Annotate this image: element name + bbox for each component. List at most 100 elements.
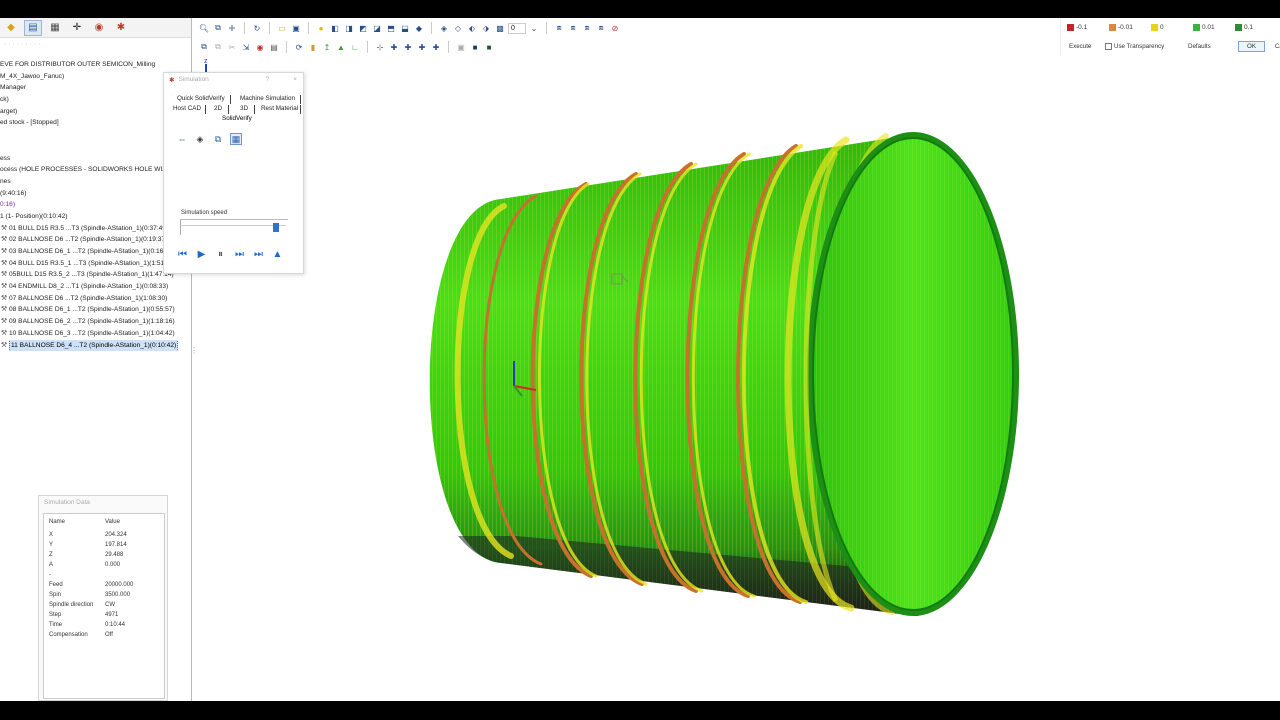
tree-icon[interactable]: ▦ (46, 20, 64, 36)
zoom-window-icon[interactable]: ⧉ (212, 22, 224, 34)
step-forward-icon[interactable]: ⏭ (234, 249, 245, 260)
transform-icon[interactable]: ⊹ (374, 41, 386, 53)
view-bottom-icon[interactable]: ⬓ (399, 22, 411, 34)
paste-icon[interactable]: ⧉ (212, 41, 224, 53)
deviation-legend-item[interactable]: 0 (1151, 24, 1189, 31)
tab-solidverify[interactable]: SolidVerify (222, 115, 252, 122)
run-to-end-icon[interactable]: ⏭ (253, 249, 264, 260)
refresh-icon[interactable]: ⟳ (293, 41, 305, 53)
point-blue-3-icon[interactable]: ✚ (416, 41, 428, 53)
viewport-toolbar: 🔍︎ ⧉ ✛ ↻ ▭ ▣ ● ◧ ◨ ◩ ◪ ⬒ ⬓ ◆ ◈ ◇ ⬖ ⬗ ▩ 0… (196, 18, 1056, 56)
tree-item-label: 05BULL D15 R3.5_2 ...T3 (Spindle-AStatio… (9, 271, 174, 279)
eject-icon[interactable]: ▲ (272, 249, 283, 260)
simulation-data-name: Time (49, 622, 63, 628)
simulation-dialog: ✱ Simulation ? × Quick SolidVerify Machi… (163, 72, 304, 274)
tree-item[interactable]: EVE FOR DISTRIBUTOR OUTER SEMICON_Millin… (0, 59, 192, 71)
simulation-speed-thumb[interactable] (273, 223, 279, 232)
tab-rest-material[interactable]: Rest Material (261, 105, 298, 112)
deviation-legend-item[interactable]: 0.1 (1235, 24, 1273, 31)
deviation-legend-item[interactable]: -0.01 (1109, 24, 1147, 31)
operation-tool-icon: ⚒ (0, 329, 8, 337)
cut-icon[interactable]: ✂ (226, 41, 238, 53)
display-mode-icon[interactable]: ▩ (494, 22, 506, 34)
record-icon[interactable]: ▤ (268, 41, 280, 53)
wireframe-icon[interactable]: ◇ (452, 22, 464, 34)
tree-item[interactable]: ⚒ 10 BALLNOSE D6_3 ...T2 (Spindle-AStatio… (0, 328, 192, 340)
pause-icon[interactable]: ⏸ (215, 249, 226, 260)
zoom-icon[interactable]: 🔍︎ (198, 22, 210, 34)
view-cube-icon[interactable]: ▣ (290, 22, 302, 34)
shaded-icon[interactable]: ◈ (438, 22, 450, 34)
tree-item[interactable]: ⚒ 11 BALLNOSE D6_4 ...T2 (Spindle-AStatio… (0, 339, 192, 352)
graphics-viewport[interactable]: z x (196, 56, 1280, 701)
list-icon[interactable]: ▤ (24, 19, 42, 36)
select-vertex-icon[interactable]: ⧈ (595, 22, 607, 34)
tab-quick-solidverify[interactable]: Quick SolidVerify (177, 95, 225, 102)
axis-icon[interactable]: ∟ (349, 41, 361, 53)
move-icon[interactable]: ⇲ (240, 41, 252, 53)
tree-item[interactable]: ⚒ 07 BALLNOSE D6 ...T2 (Spindle-AStation_… (0, 293, 192, 305)
cam-manager-toolbar: ◆ ▤ ▦ ✛ ◉ ✱ (0, 18, 191, 38)
pan-icon[interactable]: ✛ (226, 22, 238, 34)
measure-icon[interactable]: ◉ (254, 41, 266, 53)
help-icon[interactable]: ? (266, 76, 270, 83)
cancel-button[interactable]: Ca (1275, 43, 1280, 50)
tab-host-cad[interactable]: Host CAD (173, 105, 201, 112)
point-blue-2-icon[interactable]: ✚ (402, 41, 414, 53)
erase-icon[interactable]: ⊘ (609, 22, 621, 34)
view-iso-icon[interactable]: ◆ (413, 22, 425, 34)
tree-filter[interactable]: · · · · · · · · · (0, 38, 191, 52)
simulation-data-row: Feed 20000.000 (49, 580, 159, 590)
triangle-icon[interactable]: ▲ (335, 41, 347, 53)
folder-icon[interactable]: ◆ (2, 20, 20, 36)
tree-item[interactable]: ⚒ 09 BALLNOSE D6_2 ...T2 (Spindle-AStatio… (0, 316, 192, 328)
section-icon[interactable]: ▭ (276, 22, 288, 34)
copy-icon[interactable]: ⧉ (198, 41, 210, 53)
color-bars-icon[interactable]: ▮ (307, 41, 319, 53)
hidden-lines-icon[interactable]: ⬖ (466, 22, 478, 34)
tree-item[interactable]: ⚒ 04 ENDMILL D8_2 ...T1 (Spindle-AStation… (0, 281, 192, 293)
tab-2d[interactable]: 2D (214, 105, 222, 112)
tab-3d[interactable]: 3D (240, 105, 248, 112)
fill-icon[interactable]: ◈ (194, 133, 206, 145)
view-back-icon[interactable]: ◨ (343, 22, 355, 34)
execute-button[interactable]: Execute (1069, 43, 1105, 50)
defaults-button[interactable]: Defaults (1188, 43, 1238, 50)
machine-icon[interactable]: ■ (483, 41, 495, 53)
shaded-edges-icon[interactable]: ⬗ (480, 22, 492, 34)
segment-icon[interactable]: ⇔ (176, 133, 188, 145)
select-faces-icon[interactable]: ⧈ (567, 22, 579, 34)
lightbulb-icon[interactable]: ● (315, 22, 327, 34)
tool-icon[interactable]: ↥ (321, 41, 333, 53)
layer-number-field[interactable]: 0 (508, 22, 526, 34)
ok-button[interactable]: OK (1238, 41, 1265, 52)
snapshot-icon[interactable]: ▣ (455, 41, 467, 53)
view-left-icon[interactable]: ◩ (357, 22, 369, 34)
simulation-data-header: Name Value (49, 517, 159, 527)
tree-item-label: 1 (1- Position)(0:10:42) (0, 212, 68, 220)
select-edges-icon[interactable]: ⧈ (581, 22, 593, 34)
point-blue-1-icon[interactable]: ✚ (388, 41, 400, 53)
play-icon[interactable]: ▶ (196, 249, 207, 260)
rotate-icon[interactable]: ↻ (251, 22, 263, 34)
view-front-icon[interactable]: ◧ (329, 22, 341, 34)
simulation-speed-slider[interactable] (180, 219, 288, 233)
crosshair-icon[interactable]: ✛ (68, 20, 86, 36)
cam-logo-icon[interactable]: ✱ (112, 20, 130, 36)
point-blue-4-icon[interactable]: ✚ (430, 41, 442, 53)
deviation-legend-item[interactable]: -0.1 (1067, 24, 1105, 31)
view-right-icon[interactable]: ◪ (371, 22, 383, 34)
select-filter-icon[interactable]: ⧈ (553, 22, 565, 34)
use-transparency-checkbox[interactable] (1105, 43, 1112, 50)
deviation-legend-item[interactable]: 0.01 (1193, 24, 1231, 31)
step-back-icon[interactable]: ⏮ (177, 249, 188, 260)
close-icon[interactable]: × (293, 76, 297, 83)
table-icon[interactable]: ▦ (230, 133, 242, 145)
chevron-down-icon[interactable]: ⌄ (528, 22, 540, 34)
view-top-icon[interactable]: ⬒ (385, 22, 397, 34)
color-wheel-icon[interactable]: ◉ (90, 20, 108, 36)
compare-icon[interactable]: ⧉ (212, 133, 224, 145)
monitor-icon[interactable]: ■ (469, 41, 481, 53)
tab-machine-simulation[interactable]: Machine Simulation (240, 95, 295, 102)
tree-item[interactable]: ⚒ 08 BALLNOSE D6_1 ...T2 (Spindle-AStatio… (0, 304, 192, 316)
